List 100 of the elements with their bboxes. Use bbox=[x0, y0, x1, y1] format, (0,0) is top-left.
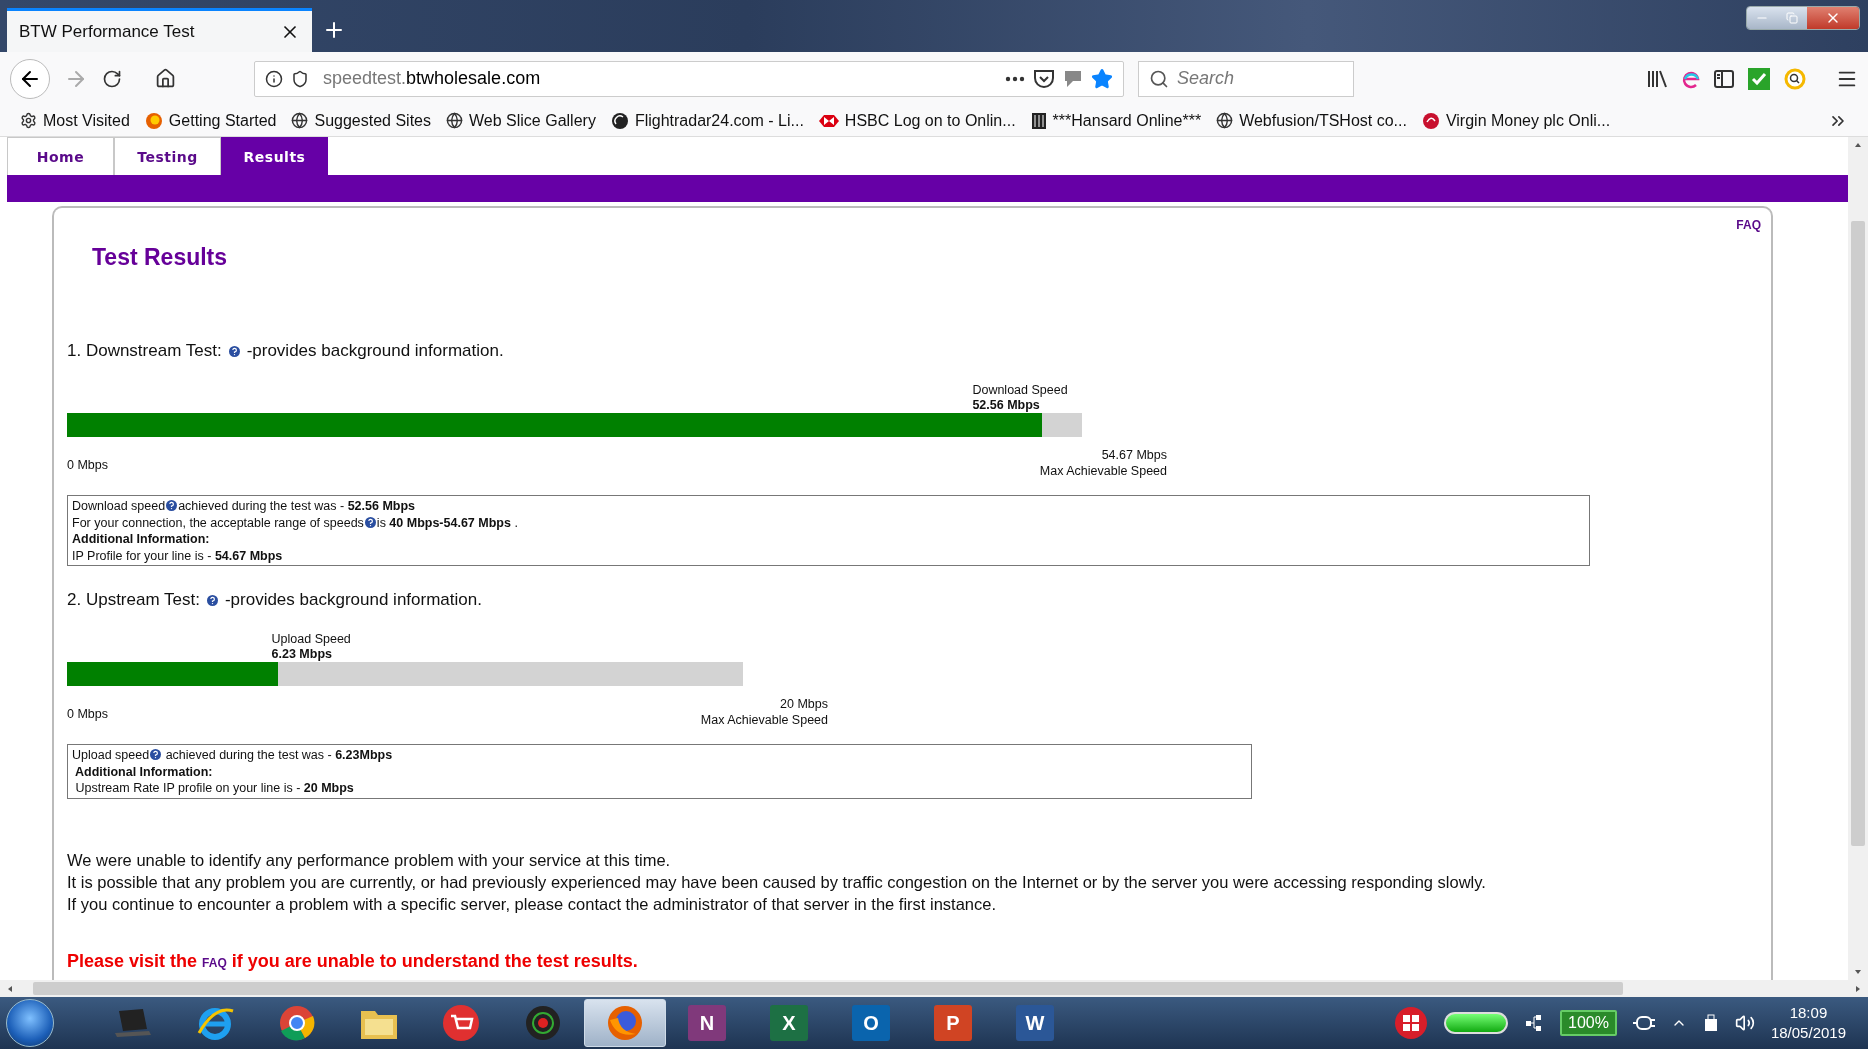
hexagon-logo-icon bbox=[818, 114, 839, 127]
home-icon[interactable] bbox=[155, 68, 176, 89]
bookmark-link[interactable]: ***Hansard Online*** bbox=[1030, 111, 1202, 130]
globe-icon bbox=[1216, 112, 1234, 129]
result-message: It is possible that any problem you are currently, or had previously experienced may have been caused by traffic congestion on the Internet or by the server you were accessing responding slowly. bbox=[67, 871, 1486, 893]
clock[interactable]: 18:09 18/05/2019 bbox=[1770, 1003, 1846, 1043]
min-label: 0 Mbps bbox=[67, 706, 108, 722]
taskbar-app-button[interactable]: N bbox=[666, 999, 748, 1047]
grid-logo-icon[interactable] bbox=[1394, 1006, 1428, 1040]
info-text: achieved during the test was - 52.56 Mbps bbox=[178, 499, 416, 513]
bookmark-link[interactable]: Flightradar24.com - Li... bbox=[610, 111, 804, 130]
scroll-right-icon[interactable] bbox=[1854, 984, 1862, 993]
info-text: Upload speed bbox=[72, 748, 150, 762]
address-field[interactable]: speedtest.btwholesale.com bbox=[254, 60, 1124, 97]
fox-logo-icon bbox=[144, 111, 163, 130]
nav-tab[interactable]: Results bbox=[221, 137, 328, 175]
vertical-scrollbar[interactable] bbox=[1848, 137, 1868, 980]
globe-icon bbox=[291, 112, 309, 129]
app-logo-icon[interactable]: P bbox=[934, 1005, 972, 1041]
taskbar-app-button[interactable]: X bbox=[748, 999, 830, 1047]
app-logo-icon[interactable]: W bbox=[1016, 1005, 1054, 1041]
section-heading: 2. Upstream Test: bbox=[67, 590, 200, 610]
speed-label: Upload Speed 6.23 Mbps bbox=[271, 632, 351, 662]
faq-link[interactable]: FAQ bbox=[202, 955, 227, 970]
fox-logo-icon[interactable] bbox=[606, 1004, 644, 1042]
help-icon[interactable] bbox=[166, 500, 178, 511]
chrome-logo-icon[interactable] bbox=[278, 1004, 316, 1042]
result-message: We were unable to identify any performance problem with your service at this time. bbox=[67, 849, 671, 871]
nav-tab[interactable]: Home bbox=[7, 137, 114, 175]
toggle-pill-icon[interactable] bbox=[1444, 1012, 1508, 1034]
more-icon[interactable] bbox=[1005, 75, 1025, 82]
info-text: For your connection, the acceptable range of speeds bbox=[72, 515, 364, 530]
globe-icon bbox=[446, 112, 463, 129]
cart-icon[interactable] bbox=[442, 1004, 480, 1042]
info-text: Additional Information: bbox=[72, 532, 210, 546]
url-text: speedtest.btwholesale.com bbox=[323, 68, 542, 89]
speech-bubble-icon[interactable] bbox=[1063, 68, 1083, 89]
search-icon bbox=[1149, 68, 1169, 89]
magnifier-circle-icon[interactable] bbox=[1784, 67, 1806, 90]
plug-icon[interactable] bbox=[1632, 1014, 1655, 1032]
star-icon[interactable] bbox=[1091, 67, 1113, 90]
notice-text: if you are unable to understand the test results. bbox=[231, 950, 638, 972]
section-info: -provides background information. bbox=[224, 590, 482, 610]
faq-link[interactable]: FAQ bbox=[1736, 218, 1761, 232]
gear-icon bbox=[20, 112, 37, 129]
bookmark-link[interactable]: Suggested Sites bbox=[291, 111, 431, 130]
info-text: is 40 Mbps-54.67 Mbps . bbox=[376, 515, 518, 530]
scroll-down-icon[interactable] bbox=[1854, 968, 1862, 976]
device-icon[interactable] bbox=[1702, 1014, 1719, 1032]
bookmark-link[interactable]: Webfusion/TSHost co... bbox=[1216, 111, 1407, 130]
checkmark-icon[interactable] bbox=[1748, 67, 1770, 90]
info-text: Download speed bbox=[72, 499, 166, 513]
network-icon[interactable] bbox=[1524, 1013, 1544, 1033]
section-info: -provides background information. bbox=[246, 341, 504, 361]
help-icon[interactable] bbox=[364, 516, 376, 528]
shield-icon[interactable] bbox=[291, 69, 309, 88]
info-text: IP Profile for your line is - 54.67 Mbps bbox=[72, 548, 283, 563]
gate-icon bbox=[1030, 111, 1047, 130]
search-field[interactable]: Search bbox=[1138, 60, 1354, 97]
library-icon[interactable] bbox=[1646, 68, 1668, 89]
page-title: Test Results bbox=[92, 244, 228, 271]
camera-lens-icon[interactable] bbox=[524, 1004, 562, 1042]
bookmark-link[interactable]: Web Slice Gallery bbox=[446, 111, 596, 130]
taskbar-app-button[interactable]: P bbox=[912, 999, 994, 1047]
scroll-left-icon[interactable] bbox=[6, 984, 14, 993]
info-text: Upstream Rate IP profile on your line is - 20 Mbps bbox=[74, 781, 354, 795]
horizontal-scrollbar[interactable] bbox=[0, 980, 1868, 997]
app-logo-icon[interactable]: N bbox=[688, 1005, 726, 1041]
start-button[interactable] bbox=[6, 999, 54, 1047]
bookmark-link[interactable]: Most Visited bbox=[20, 111, 130, 130]
sidebar-icon[interactable] bbox=[1714, 69, 1734, 88]
taskbar-app-button[interactable]: W bbox=[994, 999, 1076, 1047]
info-text: Additional Information: bbox=[74, 764, 213, 779]
volume-icon[interactable] bbox=[1734, 1013, 1755, 1033]
help-icon[interactable] bbox=[206, 594, 218, 606]
taskbar-app-button[interactable]: O bbox=[830, 999, 912, 1047]
app-logo-icon[interactable]: O bbox=[852, 1005, 890, 1041]
scroll-up-icon[interactable] bbox=[1854, 141, 1862, 149]
browser-tab[interactable]: BTW Performance Test bbox=[7, 8, 312, 52]
help-icon[interactable] bbox=[150, 749, 162, 760]
nav-tab[interactable]: Testing bbox=[114, 137, 221, 175]
tab-title: BTW Performance Test bbox=[19, 21, 195, 42]
bookmark-link[interactable]: Virgin Money plc Onli... bbox=[1421, 111, 1611, 130]
reload-icon[interactable] bbox=[102, 68, 122, 89]
pocket-icon[interactable] bbox=[1033, 68, 1055, 89]
max-label: 20 Mbps Max Achievable Speed bbox=[700, 696, 828, 728]
bookmark-link[interactable]: HSBC Log on to Onlin... bbox=[818, 111, 1016, 130]
info-icon[interactable] bbox=[265, 69, 283, 88]
info-text: achieved during the test was - 6.23Mbps bbox=[164, 748, 393, 762]
section-heading: 1. Downstream Test: bbox=[67, 341, 222, 361]
bookmark-link[interactable]: Getting Started bbox=[144, 111, 277, 130]
round-logo-icon bbox=[1421, 111, 1440, 130]
speed-label: Download Speed 52.56 Mbps bbox=[972, 383, 1068, 413]
back-icon[interactable] bbox=[10, 58, 50, 99]
battery-indicator[interactable]: 100% bbox=[1560, 1010, 1617, 1036]
app-logo-icon[interactable]: X bbox=[770, 1005, 808, 1041]
result-message: If you continue to encounter a problem with a specific server, please contact the administrator of that server in the first instance. bbox=[67, 893, 997, 915]
radar-icon bbox=[610, 111, 629, 130]
notice-text: Please visit the bbox=[67, 950, 198, 972]
help-icon[interactable] bbox=[228, 345, 240, 357]
